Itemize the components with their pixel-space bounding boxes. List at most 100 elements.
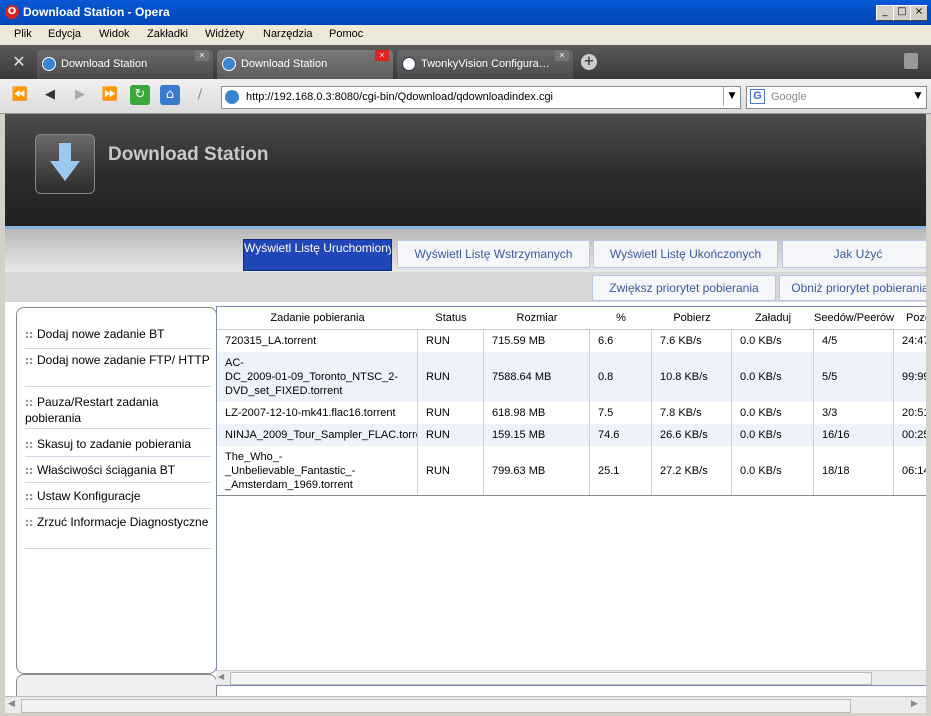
cell-status: RUN xyxy=(418,330,484,352)
delete-task-item[interactable]: Skasuj to zadanie pobierania xyxy=(25,436,211,457)
actions-panel-footer xyxy=(16,674,217,696)
address-url[interactable]: http://192.168.0.3:8080/cgi-bin/Qdownloa… xyxy=(246,91,553,103)
cell-remaining: 24:47 xyxy=(894,330,926,352)
task-name-line: _Unbelievable_Fantastic_- xyxy=(225,465,356,477)
tab-download-station-1[interactable]: Download Station × xyxy=(37,50,213,79)
fast-forward-icon[interactable]: ⏩ xyxy=(100,85,120,105)
scroll-thumb[interactable] xyxy=(21,699,851,713)
cell-size: 618.98 MB xyxy=(484,402,590,424)
add-bt-task-item[interactable]: Dodaj nowe zadanie BT xyxy=(25,326,211,349)
add-ftp-http-task-item[interactable]: Dodaj nowe zadanie FTP/ HTTP xyxy=(25,352,211,387)
col-seeds-peers[interactable]: Seedów/Peerów xyxy=(814,307,895,330)
col-size[interactable]: Rozmiar xyxy=(484,307,591,330)
diagnostics-item[interactable]: Zrzuć Informacje Diagnostyczne xyxy=(25,514,211,549)
cell-percent: 25.1 xyxy=(590,446,652,496)
menu-zakladki[interactable]: Zakładki xyxy=(147,28,188,40)
cell-seeds-peers: 3/3 xyxy=(814,402,894,424)
col-remaining[interactable]: Pozostało xyxy=(894,307,926,330)
menu-edycja[interactable]: Edycja xyxy=(48,28,81,40)
cell-seeds-peers: 16/16 xyxy=(814,424,894,446)
tools-icon[interactable]: ✕ xyxy=(8,52,30,72)
cell-task: The_Who_- _Unbelievable_Fantastic_- _Amste… xyxy=(217,446,418,496)
tab-close-icon[interactable]: × xyxy=(375,50,389,61)
increase-priority-button[interactable]: Zwiększ priorytet pobierania xyxy=(592,275,776,301)
cell-status: RUN xyxy=(418,352,484,402)
menu-widzety[interactable]: Widżety xyxy=(205,28,244,40)
maximize-button[interactable]: □ xyxy=(893,5,911,21)
cell-size: 799.63 MB xyxy=(484,446,590,496)
cell-size: 159.15 MB xyxy=(484,424,590,446)
minimize-button[interactable]: _ xyxy=(876,5,894,21)
tab-close-icon[interactable]: × xyxy=(555,50,569,61)
cell-upload: 0.0 KB/s xyxy=(732,446,814,496)
reload-icon[interactable]: ↻ xyxy=(130,85,150,105)
col-percent[interactable]: % xyxy=(590,307,653,330)
pause-restart-task-item[interactable]: Pauza/Restart zadania pobierania xyxy=(25,394,211,429)
new-tab-icon[interactable]: + xyxy=(581,54,597,70)
show-finished-button[interactable]: Wyświetl Listę Ukończonych xyxy=(593,240,778,268)
close-window-button[interactable]: × xyxy=(910,5,928,21)
cell-upload: 0.0 KB/s xyxy=(732,330,814,352)
edit-icon[interactable]: ∕ xyxy=(190,85,210,105)
how-to-use-button[interactable]: Jak Użyć xyxy=(782,240,926,268)
scroll-left-icon[interactable]: ◀ xyxy=(218,672,224,681)
back-icon[interactable]: ◀ xyxy=(40,85,60,105)
home-icon[interactable]: ⌂ xyxy=(160,85,180,105)
col-download[interactable]: Pobierz xyxy=(652,307,733,330)
col-status[interactable]: Status xyxy=(418,307,485,330)
col-task[interactable]: Zadanie pobierania xyxy=(217,307,419,330)
search-placeholder[interactable]: Google xyxy=(771,91,806,103)
menu-plik[interactable]: Plik xyxy=(14,28,32,40)
google-icon: G xyxy=(750,89,765,104)
menu-widok[interactable]: Widok xyxy=(99,28,130,40)
address-field[interactable]: http://192.168.0.3:8080/cgi-bin/Qdownloa… xyxy=(221,86,741,109)
search-dropdown-icon[interactable]: ▼ xyxy=(910,87,926,106)
rewind-icon[interactable]: ⏪ xyxy=(10,85,30,105)
configuration-item[interactable]: Ustaw Konfiguracje xyxy=(25,488,211,509)
cell-percent: 7.5 xyxy=(590,402,652,424)
cell-remaining: 06:14 xyxy=(894,446,926,496)
cell-percent: 0.8 xyxy=(590,352,652,402)
tab-twonkyvision[interactable]: TwonkyVision Configura… × xyxy=(397,50,573,79)
menu-narzedzia[interactable]: Narzędzia xyxy=(263,28,313,40)
window-title: Download Station - Opera xyxy=(23,5,170,19)
cell-remaining: 99:99 xyxy=(894,352,926,402)
show-running-button[interactable]: Wyświetl Listę Uruchomionych xyxy=(243,239,392,271)
cell-status: RUN xyxy=(418,424,484,446)
decrease-priority-button[interactable]: Obniż priorytet pobierania xyxy=(779,275,926,301)
tasks-table: Zadanie pobierania Status Rozmiar % Pobi… xyxy=(216,306,926,686)
tab-download-station-2[interactable]: Download Station × xyxy=(217,50,393,79)
scroll-right-icon[interactable]: ▶ xyxy=(911,699,918,709)
trash-icon[interactable] xyxy=(904,53,918,69)
cell-download: 7.8 KB/s xyxy=(652,402,732,424)
cell-seeds-peers: 4/5 xyxy=(814,330,894,352)
grip-icon xyxy=(25,398,33,407)
forward-icon[interactable]: ▶ xyxy=(70,85,90,105)
table-horizontal-scrollbar[interactable]: ◀ xyxy=(216,670,926,685)
cell-status: RUN xyxy=(418,446,484,496)
download-logo-icon xyxy=(35,134,95,194)
window-frame-right xyxy=(926,114,931,716)
task-name-line: LZ-2007-12-10-mk41.flac16.torrent xyxy=(225,407,396,419)
cell-task: NINJA_2009_Tour_Sampler_FLAC.torrent xyxy=(217,424,418,446)
col-upload[interactable]: Załaduj xyxy=(732,307,815,330)
cell-upload: 0.0 KB/s xyxy=(732,424,814,446)
opera-logo-icon: O xyxy=(5,5,19,19)
cell-task: AC- DC_2009-01-09_Toronto_NTSC_2- DVD_set_… xyxy=(217,352,418,402)
task-name-line: DVD_set_FIXED.torrent xyxy=(225,385,343,397)
task-name-line: DC_2009-01-09_Toronto_NTSC_2- xyxy=(225,371,399,383)
page-horizontal-scrollbar[interactable]: ◀ ▶ xyxy=(5,696,926,713)
cell-download: 27.2 KB/s xyxy=(652,446,732,496)
search-field[interactable]: G Google ▼ xyxy=(746,86,927,109)
bt-properties-item[interactable]: Właściwości ściągania BT xyxy=(25,462,211,483)
cell-remaining: 20:51 xyxy=(894,402,926,424)
cell-percent: 6.6 xyxy=(590,330,652,352)
window-titlebar[interactable]: O Download Station - Opera _ □ × xyxy=(0,0,931,25)
scroll-thumb[interactable] xyxy=(230,672,872,685)
task-name-line: _Amsterdam_1969.torrent xyxy=(225,479,353,491)
show-paused-button[interactable]: Wyświetl Listę Wstrzymanych xyxy=(397,240,590,268)
menu-pomoc[interactable]: Pomoc xyxy=(329,28,363,40)
scroll-left-icon[interactable]: ◀ xyxy=(8,699,15,709)
tab-close-icon[interactable]: × xyxy=(195,50,209,61)
address-dropdown-icon[interactable]: ▼ xyxy=(723,87,740,106)
